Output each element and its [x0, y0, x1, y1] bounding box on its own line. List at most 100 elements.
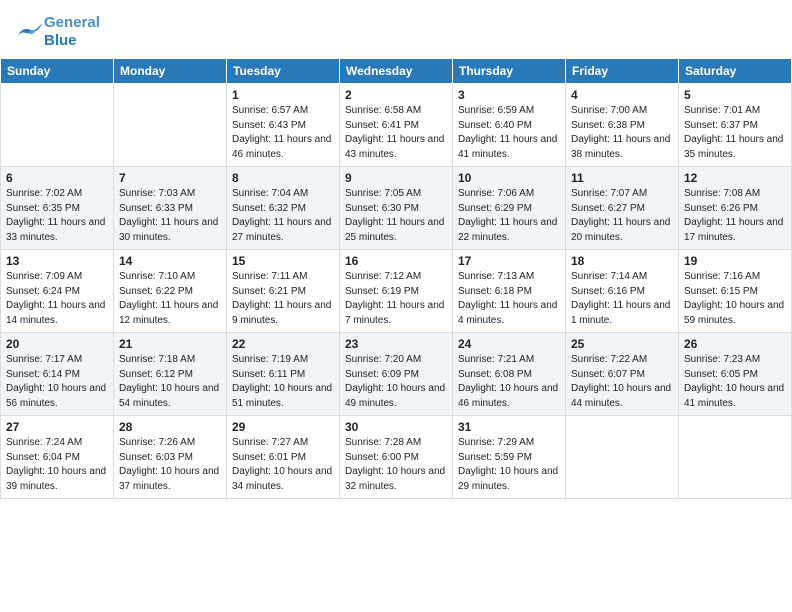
week-row-4: 20 Sunrise: 7:17 AMSunset: 6:14 PMDayligh…: [1, 333, 792, 416]
cell-details: Sunrise: 7:06 AMSunset: 6:29 PMDaylight:…: [458, 187, 560, 245]
calendar-cell: 1Sunrise: 6:57 AMSunset: 6:43 PMDaylight…: [227, 84, 340, 167]
weekday-header-sunday: Sunday: [1, 59, 114, 84]
calendar-cell: 14 Sunrise: 7:10 AMSunset: 6:22 PMDayligh…: [114, 250, 227, 333]
cell-details: Sunrise: 7:18 AMSunset: 6:12 PMDaylight:…: [119, 353, 221, 411]
day-number: 12: [684, 171, 786, 185]
calendar-cell: 8Sunrise: 7:04 AMSunset: 6:32 PMDaylight…: [227, 167, 340, 250]
weekday-header-tuesday: Tuesday: [227, 59, 340, 84]
calendar-cell: 31 Sunrise: 7:29 AMSunset: 5:59 PMDayligh…: [453, 416, 566, 499]
day-number: 3: [458, 88, 560, 102]
calendar-cell: [114, 84, 227, 167]
weekday-header-row: SundayMondayTuesdayWednesdayThursdayFrid…: [1, 59, 792, 84]
calendar-cell: [566, 416, 679, 499]
day-number: 5: [684, 88, 786, 102]
day-number: 25: [571, 337, 673, 351]
week-row-2: 6Sunrise: 7:02 AMSunset: 6:35 PMDaylight…: [1, 167, 792, 250]
weekday-header-friday: Friday: [566, 59, 679, 84]
cell-details: Sunrise: 7:08 AMSunset: 6:26 PMDaylight:…: [684, 187, 786, 245]
cell-details: Sunrise: 7:03 AMSunset: 6:33 PMDaylight:…: [119, 187, 221, 245]
day-number: 17: [458, 254, 560, 268]
calendar-cell: 6Sunrise: 7:02 AMSunset: 6:35 PMDaylight…: [1, 167, 114, 250]
calendar-cell: 26 Sunrise: 7:23 AMSunset: 6:05 PMDayligh…: [679, 333, 792, 416]
cell-details: Sunrise: 7:12 AMSunset: 6:19 PMDaylight:…: [345, 270, 447, 328]
day-number: 9: [345, 171, 447, 185]
calendar-cell: 22 Sunrise: 7:19 AMSunset: 6:11 PMDayligh…: [227, 333, 340, 416]
day-number: 24: [458, 337, 560, 351]
calendar-cell: 20 Sunrise: 7:17 AMSunset: 6:14 PMDayligh…: [1, 333, 114, 416]
cell-details: Sunrise: 6:58 AMSunset: 6:41 PMDaylight:…: [345, 104, 447, 162]
day-number: 31: [458, 420, 560, 434]
weekday-header-wednesday: Wednesday: [340, 59, 453, 84]
cell-details: Sunrise: 7:17 AMSunset: 6:14 PMDaylight:…: [6, 353, 108, 411]
day-number: 20: [6, 337, 108, 351]
cell-details: Sunrise: 7:01 AMSunset: 6:37 PMDaylight:…: [684, 104, 786, 162]
cell-details: Sunrise: 7:10 AMSunset: 6:22 PMDaylight:…: [119, 270, 221, 328]
day-number: 29: [232, 420, 334, 434]
calendar-cell: 11 Sunrise: 7:07 AMSunset: 6:27 PMDayligh…: [566, 167, 679, 250]
weekday-header-saturday: Saturday: [679, 59, 792, 84]
day-number: 26: [684, 337, 786, 351]
day-number: 11: [571, 171, 673, 185]
day-number: 27: [6, 420, 108, 434]
calendar-cell: 7 Sunrise: 7:03 AMSunset: 6:33 PMDaylight…: [114, 167, 227, 250]
cell-details: Sunrise: 7:23 AMSunset: 6:05 PMDaylight:…: [684, 353, 786, 411]
calendar-cell: 30 Sunrise: 7:28 AMSunset: 6:00 PMDayligh…: [340, 416, 453, 499]
day-number: 23: [345, 337, 447, 351]
calendar-cell: 27 Sunrise: 7:24 AMSunset: 6:04 PMDayligh…: [1, 416, 114, 499]
week-row-3: 13 Sunrise: 7:09 AMSunset: 6:24 PMDayligh…: [1, 250, 792, 333]
cell-details: Sunrise: 7:20 AMSunset: 6:09 PMDaylight:…: [345, 353, 447, 411]
logo-text: GeneralBlue: [44, 14, 100, 49]
day-number: 21: [119, 337, 221, 351]
logo-icon: [14, 23, 42, 41]
calendar-cell: 13 Sunrise: 7:09 AMSunset: 6:24 PMDayligh…: [1, 250, 114, 333]
calendar-cell: 18Sunrise: 7:14 AMSunset: 6:16 PMDayligh…: [566, 250, 679, 333]
calendar-cell: 29 Sunrise: 7:27 AMSunset: 6:01 PMDayligh…: [227, 416, 340, 499]
page: GeneralBlue SundayMondayTuesdayWednesday…: [0, 0, 792, 612]
weekday-header-thursday: Thursday: [453, 59, 566, 84]
cell-details: Sunrise: 7:00 AMSunset: 6:38 PMDaylight:…: [571, 104, 673, 162]
day-number: 10: [458, 171, 560, 185]
weekday-header-monday: Monday: [114, 59, 227, 84]
day-number: 2: [345, 88, 447, 102]
cell-details: Sunrise: 7:29 AMSunset: 5:59 PMDaylight:…: [458, 436, 560, 494]
cell-details: Sunrise: 7:07 AMSunset: 6:27 PMDaylight:…: [571, 187, 673, 245]
day-number: 6: [6, 171, 108, 185]
day-number: 28: [119, 420, 221, 434]
cell-details: Sunrise: 7:24 AMSunset: 6:04 PMDaylight:…: [6, 436, 108, 494]
cell-details: Sunrise: 7:16 AMSunset: 6:15 PMDaylight:…: [684, 270, 786, 328]
cell-details: Sunrise: 7:22 AMSunset: 6:07 PMDaylight:…: [571, 353, 673, 411]
calendar-cell: 12 Sunrise: 7:08 AMSunset: 6:26 PMDayligh…: [679, 167, 792, 250]
cell-details: Sunrise: 7:13 AMSunset: 6:18 PMDaylight:…: [458, 270, 560, 328]
calendar-cell: 10 Sunrise: 7:06 AMSunset: 6:29 PMDayligh…: [453, 167, 566, 250]
cell-details: Sunrise: 7:27 AMSunset: 6:01 PMDaylight:…: [232, 436, 334, 494]
day-number: 7: [119, 171, 221, 185]
calendar-cell: 5 Sunrise: 7:01 AMSunset: 6:37 PMDaylight…: [679, 84, 792, 167]
day-number: 19: [684, 254, 786, 268]
calendar-cell: 19 Sunrise: 7:16 AMSunset: 6:15 PMDayligh…: [679, 250, 792, 333]
cell-details: Sunrise: 7:21 AMSunset: 6:08 PMDaylight:…: [458, 353, 560, 411]
calendar-cell: [679, 416, 792, 499]
calendar-cell: 24 Sunrise: 7:21 AMSunset: 6:08 PMDayligh…: [453, 333, 566, 416]
logo: GeneralBlue: [14, 14, 100, 50]
calendar-cell: 23 Sunrise: 7:20 AMSunset: 6:09 PMDayligh…: [340, 333, 453, 416]
week-row-5: 27 Sunrise: 7:24 AMSunset: 6:04 PMDayligh…: [1, 416, 792, 499]
calendar-cell: 28Sunrise: 7:26 AMSunset: 6:03 PMDayligh…: [114, 416, 227, 499]
calendar-cell: 3Sunrise: 6:59 AMSunset: 6:40 PMDaylight…: [453, 84, 566, 167]
calendar-cell: 2 Sunrise: 6:58 AMSunset: 6:41 PMDaylight…: [340, 84, 453, 167]
cell-details: Sunrise: 7:14 AMSunset: 6:16 PMDaylight:…: [571, 270, 673, 328]
calendar-cell: 9Sunrise: 7:05 AMSunset: 6:30 PMDaylight…: [340, 167, 453, 250]
day-number: 14: [119, 254, 221, 268]
day-number: 22: [232, 337, 334, 351]
cell-details: Sunrise: 6:57 AMSunset: 6:43 PMDaylight:…: [232, 104, 334, 162]
cell-details: Sunrise: 7:04 AMSunset: 6:32 PMDaylight:…: [232, 187, 334, 245]
cell-details: Sunrise: 7:09 AMSunset: 6:24 PMDaylight:…: [6, 270, 108, 328]
cell-details: Sunrise: 7:19 AMSunset: 6:11 PMDaylight:…: [232, 353, 334, 411]
day-number: 13: [6, 254, 108, 268]
calendar-cell: [1, 84, 114, 167]
calendar-cell: 4Sunrise: 7:00 AMSunset: 6:38 PMDaylight…: [566, 84, 679, 167]
cell-details: Sunrise: 7:11 AMSunset: 6:21 PMDaylight:…: [232, 270, 334, 328]
cell-details: Sunrise: 7:28 AMSunset: 6:00 PMDaylight:…: [345, 436, 447, 494]
week-row-1: 1Sunrise: 6:57 AMSunset: 6:43 PMDaylight…: [1, 84, 792, 167]
day-number: 30: [345, 420, 447, 434]
calendar-cell: 21 Sunrise: 7:18 AMSunset: 6:12 PMDayligh…: [114, 333, 227, 416]
